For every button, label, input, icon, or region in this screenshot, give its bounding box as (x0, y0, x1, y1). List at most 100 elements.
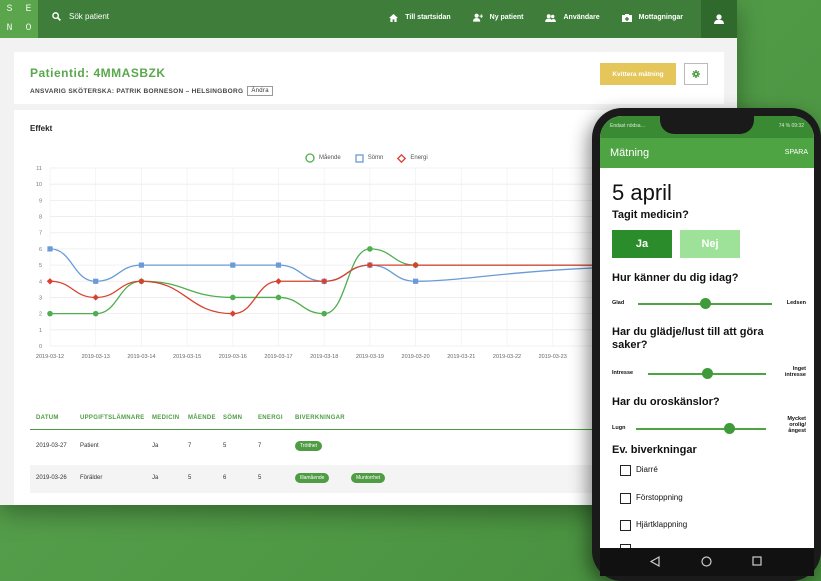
y-tick-label: 8 (39, 215, 42, 221)
x-tick-label: 2019-03-18 (310, 354, 338, 360)
phone-screen: Endast nödsa… 74 % 09:32 Mätning SPARA 5… (600, 116, 814, 548)
settings-button[interactable] (684, 63, 708, 85)
y-tick-label: 6 (39, 247, 42, 253)
add-user-icon (472, 13, 483, 22)
x-tick-label: 2019-03-16 (219, 354, 247, 360)
table-cell: 2019-03-26 (36, 475, 67, 481)
table-cell: 2019-03-27 (36, 443, 67, 449)
x-tick-label: 2019-03-17 (264, 354, 292, 360)
data-point (138, 278, 145, 285)
table-cell: 7 (188, 443, 192, 449)
table-cell: Förälder (80, 475, 103, 481)
yes-button[interactable]: Ja (612, 230, 672, 258)
back-icon[interactable] (650, 556, 660, 567)
x-tick-label: 2019-03-21 (447, 354, 475, 360)
table-header[interactable]: SÖMN (223, 415, 242, 421)
table-header[interactable]: MEDICIN (152, 415, 179, 421)
recent-apps-icon[interactable] (752, 556, 762, 566)
palpitations-checkbox[interactable] (620, 520, 631, 531)
table-cell: 5 (188, 475, 192, 481)
responsible-text: ANSVARIG SKÖTERSKA: PATRIK BORNESON – HE… (30, 87, 244, 95)
question-joy: Har du glädje/lust till att göra saker? (612, 326, 764, 351)
y-tick-label: 0 (39, 344, 42, 350)
confirm-measurement-button[interactable]: Kvittera mätning (600, 63, 676, 85)
user-menu-button[interactable] (701, 0, 737, 38)
nav-users-link[interactable]: Användare (545, 13, 600, 22)
data-point (230, 294, 236, 301)
joy-right-label: Inget intresse (784, 366, 806, 378)
x-tick-label: 2019-03-12 (36, 354, 64, 360)
user-icon (714, 14, 724, 24)
table-cell: 7 (258, 443, 262, 449)
y-tick-label: 2 (39, 312, 42, 318)
x-tick-label: 2019-03-22 (493, 354, 521, 360)
logo-letter: O (25, 23, 32, 34)
feeling-slider-thumb[interactable] (699, 298, 711, 309)
worry-slider-track[interactable] (636, 428, 766, 430)
question-feeling: Hur känner du dig idag? (612, 272, 739, 284)
question-worry: Har du oroskänslor? (612, 396, 720, 408)
worry-left-label: Lugn (612, 425, 626, 431)
data-point (413, 278, 419, 284)
patient-id: Patientid: 4MMASBZK (30, 66, 166, 80)
palpitations-label: Hjärtklappning (636, 520, 688, 529)
y-tick-label: 11 (36, 166, 42, 172)
home-circle-icon[interactable] (701, 556, 712, 567)
data-point (412, 261, 419, 269)
logo-letter: S (6, 4, 13, 15)
gear-icon (692, 70, 700, 78)
top-navigation-bar: S E N O Sök patient Till startsidan Ny p… (0, 0, 737, 38)
joy-left-label: Intresse (612, 370, 634, 376)
no-button[interactable]: Nej (680, 230, 740, 258)
side-effect-badge: Trötthet (295, 441, 323, 451)
y-tick-label: 4 (39, 279, 42, 285)
data-point (92, 294, 99, 301)
x-tick-label: 2019-03-14 (127, 354, 155, 360)
table-header[interactable]: UPPGIFTSLÄMNARE (80, 415, 145, 421)
nav-clinics-link[interactable]: Mottagningar (621, 13, 683, 22)
x-tick-label: 2019-03-20 (402, 354, 430, 360)
table-header[interactable]: BIVERKNINGAR (295, 415, 345, 421)
table-header[interactable]: MÅENDE (188, 415, 216, 421)
y-tick-label: 3 (39, 295, 42, 301)
search-label: Sök patient (69, 12, 110, 21)
logo-letter: E (25, 4, 32, 15)
x-tick-label: 2019-03-23 (539, 354, 567, 360)
table-cell: 6 (223, 475, 227, 481)
data-point (93, 278, 99, 284)
seno-logo[interactable]: S E N O (0, 0, 38, 38)
diarrhea-label: Diarré (636, 465, 658, 474)
logo-letter: N (6, 23, 13, 34)
nav-new-patient-link[interactable]: Ny patient (472, 13, 524, 22)
status-battery-time: 74 % 09:32 (778, 123, 804, 129)
users-icon (545, 13, 557, 22)
worry-right-label: Mycket orolig/ ångest (787, 416, 806, 434)
constipation-label: Förstoppning (636, 493, 683, 502)
joy-slider-thumb[interactable] (701, 368, 713, 379)
table-cell: Patient (80, 443, 99, 449)
data-point (275, 262, 282, 268)
save-button[interactable]: SPARA (785, 149, 808, 156)
worry-slider-thumb[interactable] (724, 423, 736, 434)
x-tick-label: 2019-03-19 (356, 354, 384, 360)
data-point (275, 294, 282, 301)
table-header[interactable]: DATUM (36, 415, 59, 421)
nav-new-patient-label: Ny patient (489, 14, 524, 21)
table-cell: Ja (152, 443, 159, 449)
nav-users-label: Användare (563, 14, 600, 21)
data-point (46, 278, 54, 285)
y-tick-label: 5 (39, 263, 42, 269)
measurement-date: 5 april (612, 180, 672, 205)
table-header[interactable]: ENERGI (258, 415, 283, 421)
data-point (229, 310, 236, 317)
edit-responsible-button[interactable]: Ändra (247, 86, 273, 96)
nav-home-link[interactable]: Till startsidan (389, 13, 451, 22)
data-point (138, 262, 144, 268)
constipation-checkbox[interactable] (620, 493, 631, 504)
phone-status-bar: Endast nödsa… 74 % 09:32 (600, 116, 814, 138)
search-patient-link[interactable]: Sök patient (52, 12, 109, 21)
app-bar: Mätning SPARA (600, 138, 814, 168)
home-icon (389, 13, 399, 22)
diarrhea-checkbox[interactable] (620, 465, 631, 476)
responsible-nurse: ANSVARIG SKÖTERSKA: PATRIK BORNESON – HE… (30, 86, 273, 96)
